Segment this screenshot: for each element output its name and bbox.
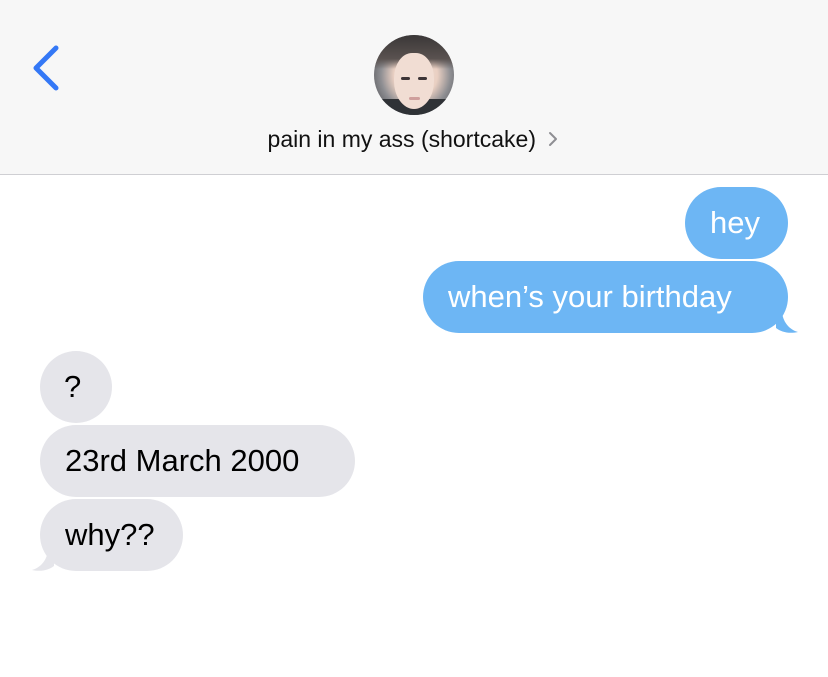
message-text: why?? (65, 517, 155, 552)
message-text: 23rd March 2000 (65, 443, 300, 478)
chevron-right-icon (549, 132, 558, 146)
sent-message-bubble[interactable]: hey (685, 187, 788, 259)
chevron-left-icon (33, 45, 59, 91)
contact-avatar[interactable] (374, 35, 454, 115)
message-text: when’s your birthday (448, 279, 732, 314)
sent-message-bubble[interactable]: when’s your birthday (423, 261, 788, 333)
contact-name: pain in my ass (shortcake) (267, 126, 536, 152)
message-text: ? (64, 369, 82, 404)
received-message-bubble[interactable]: ? (40, 351, 112, 423)
back-button[interactable] (26, 40, 66, 96)
contact-details-button[interactable]: pain in my ass (shortcake) (0, 124, 828, 154)
received-message-bubble[interactable]: why?? (40, 499, 183, 571)
message-text: hey (710, 205, 760, 240)
conversation-header: pain in my ass (shortcake) (0, 0, 828, 175)
received-message-bubble[interactable]: 23rd March 2000 (40, 425, 355, 497)
